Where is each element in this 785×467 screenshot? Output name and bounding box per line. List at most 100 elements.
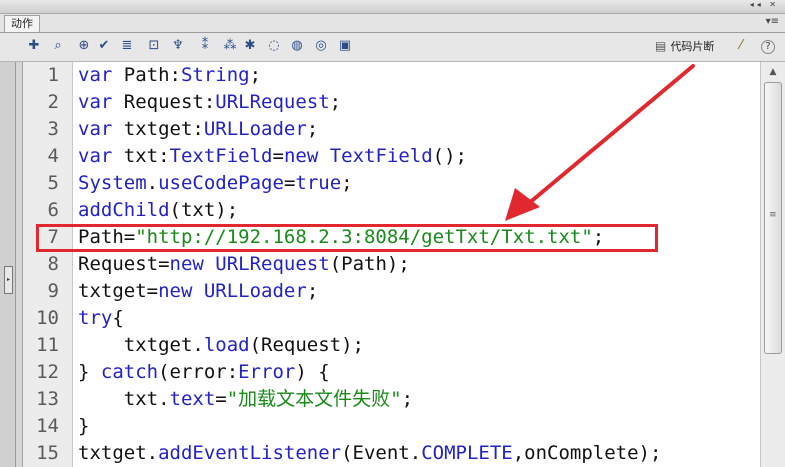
code-token: URLLoader — [203, 280, 307, 302]
line-number: 13 — [36, 388, 59, 410]
code-token: catch — [100, 361, 159, 383]
code-token: Path: — [112, 64, 181, 86]
code-token: = — [283, 172, 296, 194]
code-line[interactable]: 1 var Path:String; — [23, 62, 761, 89]
code-token: var — [78, 145, 113, 167]
panel-menu-icon[interactable]: ▾≡ — [766, 16, 779, 27]
code-token: (Event. — [341, 442, 422, 464]
thumb-grip-icon: ≡ — [769, 210, 777, 220]
code-token: new — [283, 145, 319, 167]
magic-wand-icon[interactable]: ⁄ — [733, 38, 749, 54]
collapse-braces-icon[interactable]: ⁑ — [197, 38, 213, 54]
code-token: ; — [249, 64, 262, 86]
code-token: (Request); — [249, 334, 364, 356]
target-path-icon[interactable]: ⊕ — [76, 38, 92, 54]
window-buttons[interactable]: ◂◂ ✕ — [750, 0, 779, 9]
code-text: txtget=new URLLoader; — [78, 278, 318, 305]
scroll-thumb[interactable]: ≡ — [764, 82, 782, 354]
code-token: ; — [341, 172, 353, 194]
line-number: 2 — [47, 91, 59, 113]
code-line[interactable]: 12} catch(error:Error) { — [23, 359, 761, 386]
code-token: (txt); — [169, 199, 239, 221]
code-token: addChild — [78, 199, 170, 221]
code-line[interactable]: 4 var txt:TextField=new TextField(); — [23, 143, 761, 170]
code-text: txtget.load(Request); — [78, 332, 364, 359]
code-line[interactable]: 10 try{ — [23, 305, 761, 332]
line-number: 11 — [36, 334, 59, 356]
code-token: txt: — [112, 145, 170, 167]
panel-title-bar: ◂◂ ✕ — [0, 0, 785, 14]
add-statement-icon[interactable]: ✚ — [26, 38, 42, 54]
code-snippets-button[interactable]: ▤ 代码片断 — [655, 38, 714, 54]
code-token: URLLoader — [203, 118, 307, 140]
code-text: Request=new URLRequest(Path); — [78, 251, 410, 278]
line-number: 9 — [47, 280, 59, 302]
code-text: var txt:TextField=new TextField(); — [78, 143, 467, 170]
code-line[interactable]: 15 txtget.addEventListener(Event.COMPLETE… — [23, 440, 761, 467]
code-token: String — [180, 64, 250, 86]
line-number: 10 — [36, 307, 59, 329]
code-token: (error: — [158, 361, 239, 383]
code-hint-icon[interactable]: ⊡ — [146, 38, 162, 54]
vertical-scrollbar[interactable]: ▲ ≡ — [760, 62, 785, 467]
scroll-up-icon[interactable]: ▲ — [763, 64, 783, 80]
code-token: try — [78, 307, 113, 329]
code-line[interactable]: 3 var txtget:URLLoader; — [23, 116, 761, 143]
collapse-selection-icon[interactable]: ⁂ — [222, 38, 238, 54]
code-token: txtget= — [78, 280, 159, 302]
code-token: txtget. — [78, 442, 159, 464]
code-line[interactable]: 9 txtget=new URLLoader; — [23, 278, 761, 305]
code-text: addChild(txt); — [78, 197, 238, 224]
code-token: new — [169, 253, 204, 275]
code-token: URLRequest — [215, 91, 330, 113]
code-token: = — [272, 145, 284, 167]
code-line[interactable]: 11 txtget.load(Request); — [23, 332, 761, 359]
code-token: var — [78, 64, 113, 86]
code-line[interactable]: 13 txt.text="加载文本文件失败"; — [23, 386, 761, 413]
code-text: } catch(error:Error) { — [78, 359, 330, 386]
help-icon[interactable]: ? — [761, 40, 775, 54]
code-token: Error — [238, 361, 296, 383]
code-token: } — [78, 361, 101, 383]
tab-bar: 动作 ▾≡ — [0, 14, 785, 33]
remove-comment-icon[interactable]: ◎ — [313, 38, 329, 54]
code-token: ,onComplete); — [512, 442, 662, 464]
code-token: . — [146, 172, 159, 194]
code-token: text — [169, 388, 216, 410]
tab-actions[interactable]: 动作 — [4, 15, 40, 32]
debug-options-icon[interactable]: ♆ — [170, 38, 186, 54]
code-token: } — [78, 415, 90, 437]
code-token: Request= — [78, 253, 170, 275]
code-token: (); — [432, 145, 467, 167]
line-number: 14 — [36, 415, 59, 437]
apply-block-comment-icon[interactable]: ◌ — [266, 38, 282, 54]
code-line[interactable]: 5 System.useCodePage=true; — [23, 170, 761, 197]
find-icon[interactable]: ⌕ — [50, 38, 66, 54]
collapse-handle[interactable]: ▸ — [4, 266, 13, 294]
apply-line-comment-icon[interactable]: ◍ — [289, 38, 305, 54]
code-token: var — [78, 118, 113, 140]
expand-all-icon[interactable]: ✱ — [242, 38, 258, 54]
show-toolbox-icon[interactable]: ▣ — [337, 38, 353, 54]
code-text: try{ — [78, 305, 124, 332]
code-token: TextField — [329, 145, 433, 167]
line-number: 3 — [47, 118, 59, 140]
auto-format-icon[interactable]: ≣ — [119, 38, 135, 54]
code-line[interactable]: 6 addChild(txt); — [23, 197, 761, 224]
code-line[interactable]: 2 var Request:URLRequest; — [23, 89, 761, 116]
code-token: Request: — [112, 91, 216, 113]
code-text: var txtget:URLLoader; — [78, 116, 318, 143]
actions-toolbar: ✚ ⌕ ⊕ ✔ ≣ ⊡ ♆ ⁑ ⁂ ✱ ◌ ◍ ◎ ▣ ▤ 代码片断 ⁄ ? — [0, 33, 785, 62]
code-snippets-label: 代码片断 — [670, 40, 715, 53]
code-token: System — [78, 172, 147, 194]
code-token: COMPLETE — [421, 442, 513, 464]
code-token: useCodePage — [158, 172, 284, 194]
script-editor[interactable]: 1 var Path:String; 2 var Request:URLRequest… — [22, 62, 761, 467]
code-line[interactable]: 14} — [23, 413, 761, 440]
code-line[interactable]: 8 Request=new URLRequest(Path); — [23, 251, 761, 278]
code-token: ; — [401, 388, 414, 410]
code-token: true — [295, 172, 342, 194]
left-collapse-strip: ▸ — [0, 62, 16, 467]
check-syntax-icon[interactable]: ✔ — [96, 38, 112, 54]
